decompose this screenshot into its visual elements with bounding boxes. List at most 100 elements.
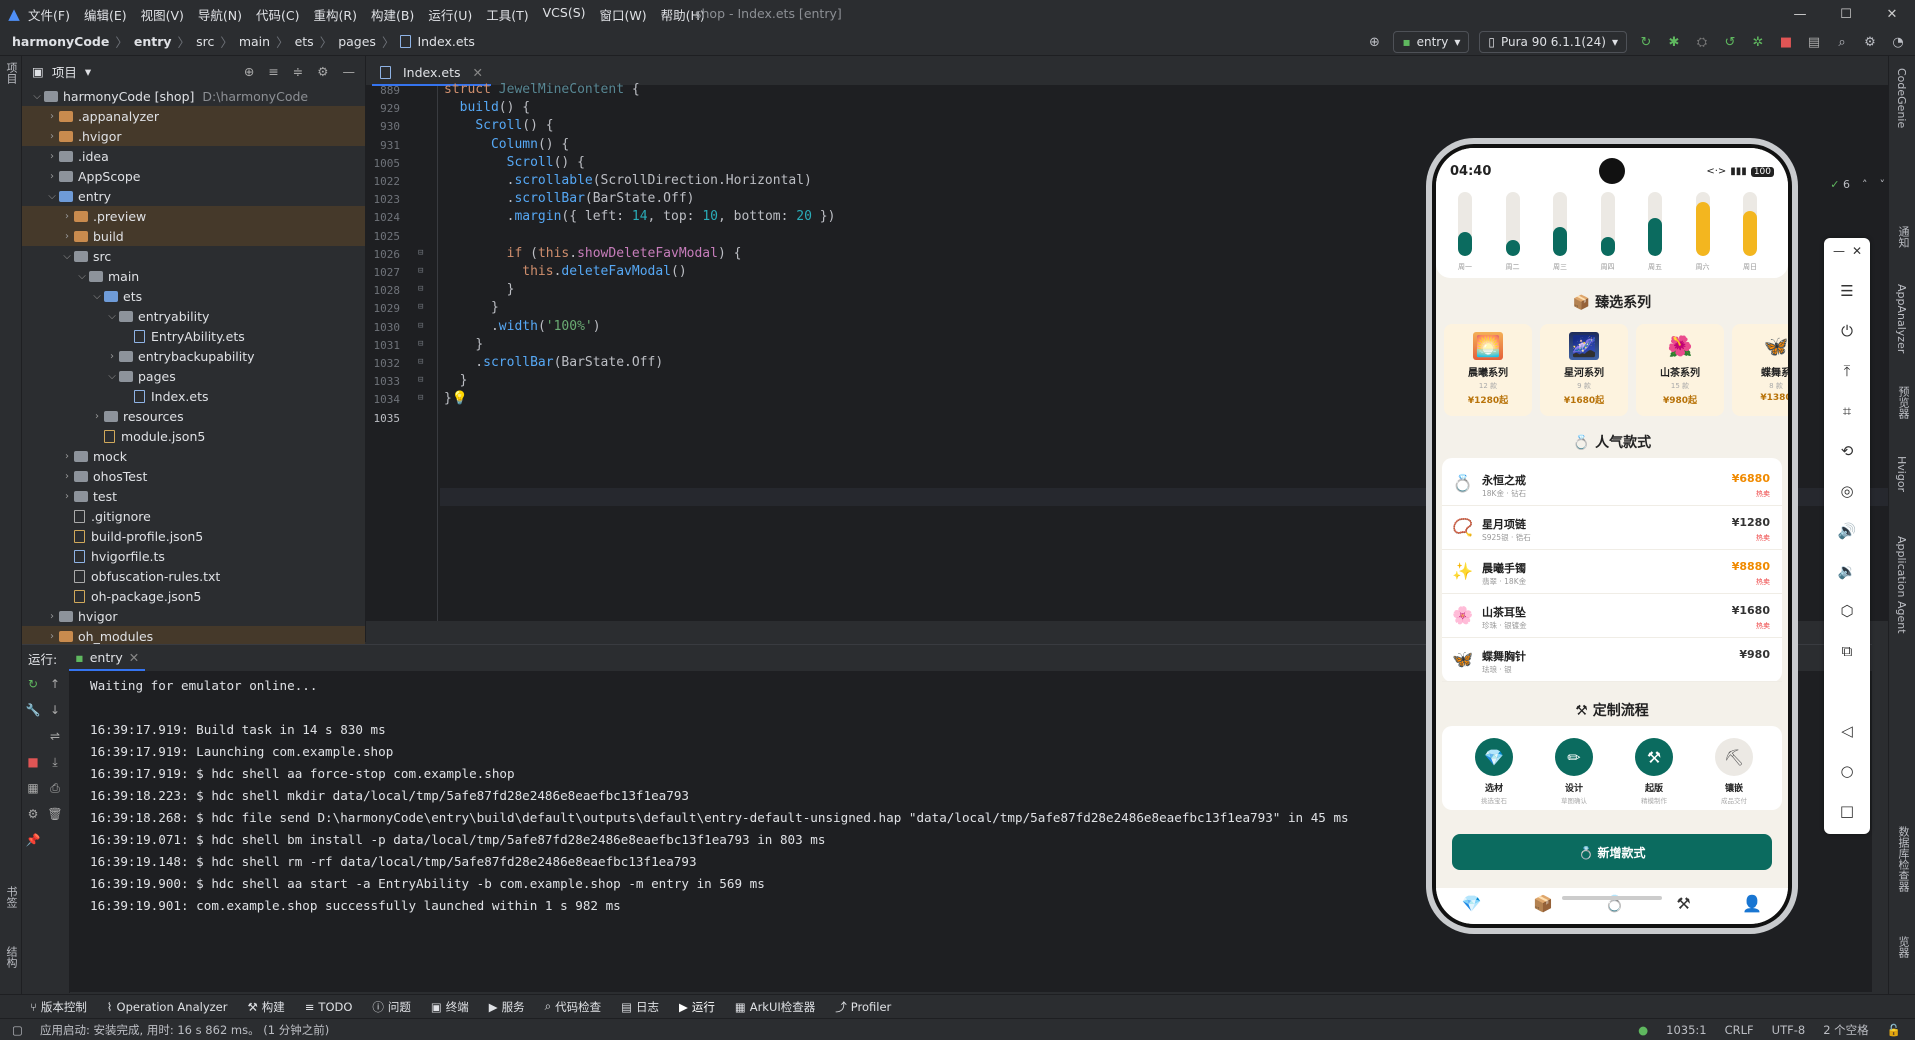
series-card[interactable]: 🌅 晨曦系列 12 款 ¥1280起 <box>1444 324 1532 416</box>
right-tool-button[interactable]: Application Agent <box>1895 536 1908 634</box>
breadcrumb-item[interactable]: entry <box>134 34 172 49</box>
crop-icon[interactable]: ⌗ <box>1824 402 1870 420</box>
popular-item[interactable]: 🌸 山茶耳坠 珍珠 · 银镀金 ¥1680 热卖 <box>1442 594 1782 638</box>
chevron-right-icon[interactable]: › <box>45 151 59 162</box>
right-tool-button[interactable]: 数据库检查器 <box>1895 826 1911 892</box>
rerun-icon[interactable]: ↻ <box>1637 33 1655 51</box>
lock-icon[interactable]: 🔓 <box>1887 1023 1901 1037</box>
code-line[interactable]: } <box>444 373 468 388</box>
close-icon[interactable]: ✕ <box>1834 244 1880 258</box>
right-tool-button[interactable]: AppAnalyzer <box>1895 284 1908 353</box>
menu-item[interactable]: 代码(C) <box>256 5 299 24</box>
fold-icon[interactable]: ⬡ <box>1824 602 1870 620</box>
series-card[interactable]: 🌌 星河系列 9 款 ¥1680起 <box>1540 324 1628 416</box>
editor-inspection-widget[interactable]: ✓ 6 ˄ ˅ <box>1830 178 1885 191</box>
code-line[interactable]: Scroll() { <box>444 118 553 133</box>
chevron-right-icon[interactable]: › <box>105 351 119 362</box>
bottom-tab[interactable]: ▤ 日志 <box>621 999 659 1015</box>
code-line[interactable]: Scroll() { <box>444 155 585 170</box>
problems-indicator[interactable]: ✓ 6 <box>1830 178 1850 191</box>
settings-icon[interactable]: ⚙ <box>22 801 44 827</box>
wrench-icon[interactable]: 🔧 <box>22 697 44 723</box>
run-tab-entry[interactable]: ▪ entry ✕ <box>69 645 146 671</box>
chevron-right-icon[interactable]: › <box>60 211 74 222</box>
fold-marker-icon[interactable]: ⊟ <box>418 357 423 367</box>
maximize-icon[interactable]: ☐ <box>1823 0 1869 28</box>
tree-item[interactable]: ⌵ entry <box>22 186 365 206</box>
right-tool-button[interactable]: 预览器 <box>1895 386 1911 419</box>
bottom-tab[interactable]: ⓘ 问题 <box>372 999 411 1015</box>
tree-item[interactable]: ⌵ ets <box>22 286 365 306</box>
menu-item[interactable]: 编辑(E) <box>84 5 127 24</box>
home-indicator[interactable] <box>1562 896 1662 900</box>
series-card[interactable]: 🌺 山茶系列 15 款 ¥980起 <box>1636 324 1724 416</box>
menu-item[interactable]: VCS(S) <box>543 5 586 24</box>
debug-icon[interactable]: ✱ <box>1665 33 1683 51</box>
profile-icon[interactable]: ✲ <box>1749 33 1767 51</box>
tree-item[interactable]: › mock <box>22 446 365 466</box>
bottom-tab[interactable]: ⤴ Profiler <box>835 999 891 1015</box>
bottom-tab[interactable]: ▶ 服务 <box>489 999 525 1015</box>
chevron-right-icon[interactable]: › <box>45 631 59 642</box>
restore-layout-icon[interactable]: ▦ <box>22 775 44 801</box>
popular-item[interactable]: 🦋 蝶舞胸针 珐琅 · 银 ¥980 <box>1442 638 1782 682</box>
menu-item[interactable]: 导航(N) <box>198 5 242 24</box>
close-icon[interactable]: ✕ <box>473 65 483 80</box>
settings-icon[interactable]: ⚙ <box>1861 33 1879 51</box>
chevron-down-icon[interactable]: ▾ <box>85 64 91 79</box>
tree-item[interactable]: › test <box>22 486 365 506</box>
bottom-tab[interactable]: ⌕ 代码检查 <box>545 999 601 1015</box>
tree-item[interactable]: Index.ets <box>22 386 365 406</box>
soft-wrap-icon[interactable]: ⇌ <box>44 723 66 749</box>
copy-icon[interactable]: ⧉ <box>1824 642 1870 660</box>
upload-icon[interactable]: ⤒ <box>1824 362 1870 380</box>
tree-item[interactable]: › ohosTest <box>22 466 365 486</box>
tree-item[interactable]: ⌵ pages <box>22 366 365 386</box>
code-line[interactable]: .width('100%') <box>444 319 601 334</box>
tree-item[interactable]: › resources <box>22 406 365 426</box>
chevron-down-icon[interactable]: ⌵ <box>75 271 89 282</box>
menu-icon[interactable]: ☰ <box>1824 282 1870 300</box>
code-line[interactable]: Column() { <box>444 137 569 152</box>
phone-tab-icon[interactable]: 📦 <box>1533 894 1553 913</box>
process-step[interactable]: ✏ 设计 草图确认 <box>1544 738 1604 805</box>
chevron-right-icon[interactable]: › <box>45 111 59 122</box>
chevron-right-icon[interactable]: › <box>45 171 59 182</box>
tree-item[interactable]: hvigorfile.ts <box>22 546 365 566</box>
breadcrumb-item[interactable]: ets <box>295 34 314 49</box>
tree-item[interactable]: EntryAbility.ets <box>22 326 365 346</box>
file-encoding[interactable]: UTF-8 <box>1772 1023 1806 1037</box>
bookmarks-tool-button[interactable]: 书签 <box>3 886 19 908</box>
tree-item[interactable]: › .preview <box>22 206 365 226</box>
screenshot-icon[interactable]: ◎ <box>1824 482 1870 500</box>
code-line[interactable]: struct JewelMineContent { <box>444 82 640 97</box>
tree-item[interactable]: .gitignore <box>22 506 365 526</box>
fold-marker-icon[interactable]: ⊟ <box>418 284 423 294</box>
fold-marker-icon[interactable]: ⊟ <box>418 339 423 349</box>
menu-item[interactable]: 重构(R) <box>314 5 357 24</box>
code-line[interactable]: build() { <box>444 100 530 115</box>
structure-tool-button[interactable]: 结构 <box>3 946 19 968</box>
device-manager-icon[interactable]: ▤ <box>1805 33 1823 51</box>
chevron-right-icon[interactable]: › <box>45 131 59 142</box>
tree-item[interactable]: › oh_modules <box>22 626 365 646</box>
tree-item[interactable]: › entrybackupability <box>22 346 365 366</box>
close-icon[interactable]: ✕ <box>129 650 139 665</box>
chevron-right-icon[interactable]: › <box>90 411 104 422</box>
menu-item[interactable]: 视图(V) <box>141 5 184 24</box>
fold-marker-icon[interactable]: ⊟ <box>418 375 423 385</box>
code-line[interactable]: .scrollBar(BarState.Off) <box>444 355 663 370</box>
code-line[interactable]: .margin({ left: 14, top: 10, bottom: 20 … <box>444 209 836 224</box>
indexing-status-icon[interactable]: ● <box>1638 1023 1648 1037</box>
run-config-select[interactable]: ▪ entry ▾ <box>1393 31 1470 53</box>
menu-item[interactable]: 工具(T) <box>486 5 528 24</box>
trash-icon[interactable]: 🗑 <box>44 801 66 827</box>
tree-item[interactable]: build-profile.json5 <box>22 526 365 546</box>
breadcrumb-item[interactable]: src <box>196 34 214 49</box>
rerun-icon[interactable]: ↻ <box>22 671 44 697</box>
tree-item[interactable]: ⌵ main <box>22 266 365 286</box>
tree-item[interactable]: › .appanalyzer <box>22 106 365 126</box>
minimize-icon[interactable]: — <box>1777 0 1823 28</box>
tree-item[interactable]: ⌵ src <box>22 246 365 266</box>
breadcrumb-item[interactable]: main <box>239 34 270 49</box>
